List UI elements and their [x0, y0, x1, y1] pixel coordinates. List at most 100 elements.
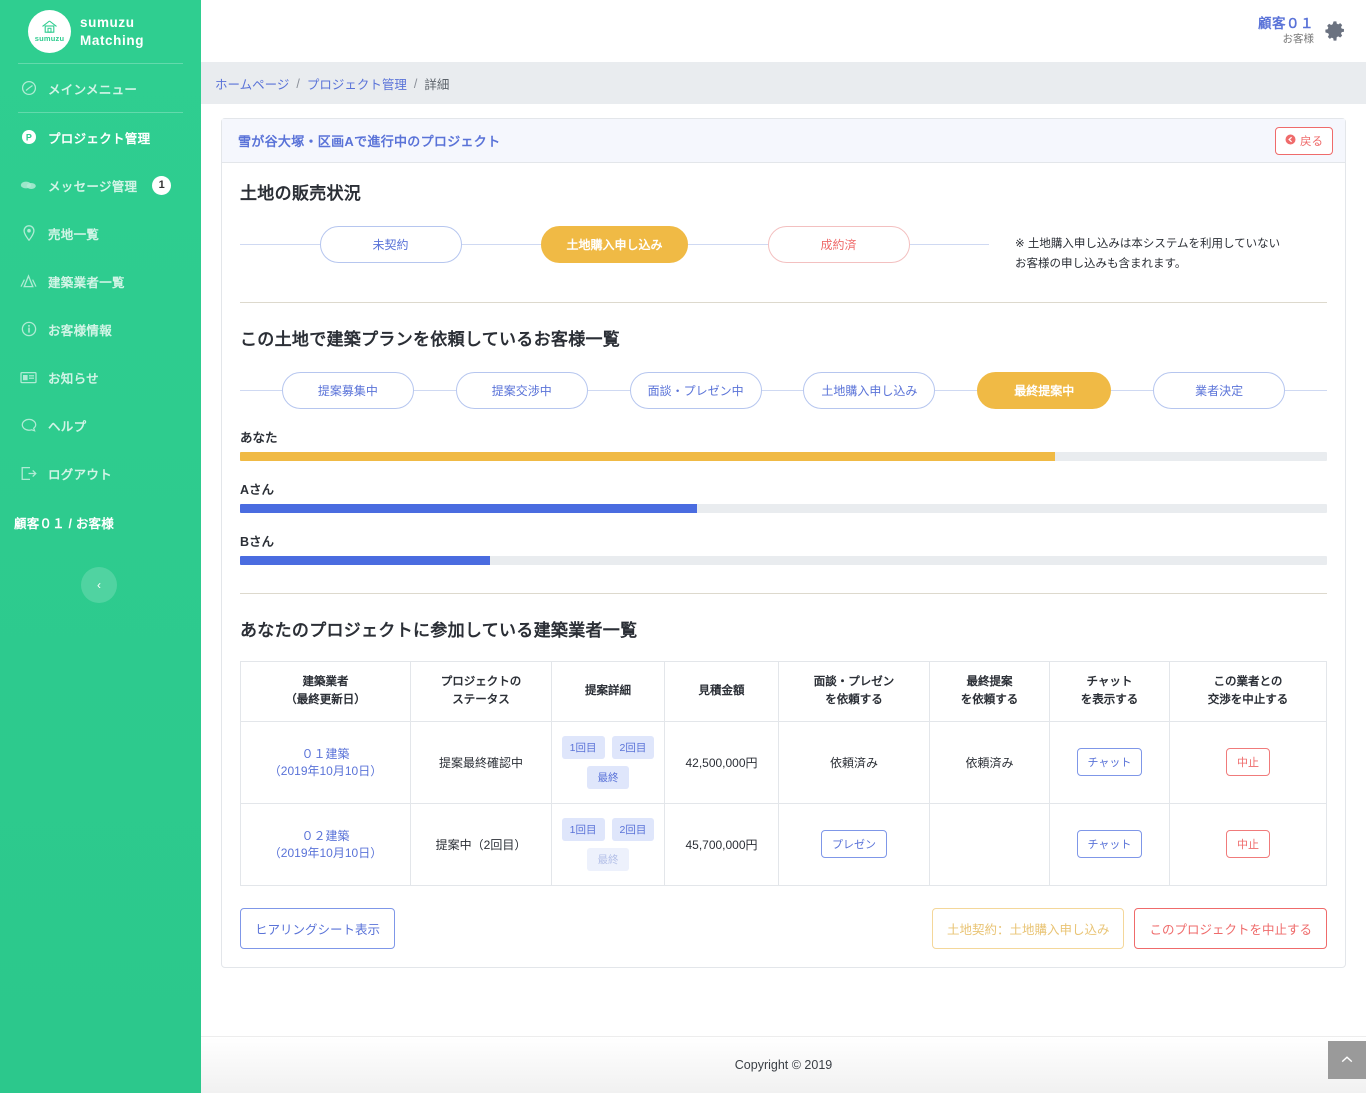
cell-builder: ０１建築 （2019年10月10日） [240, 720, 411, 804]
breadcrumb-home[interactable]: ホームページ [215, 74, 289, 93]
page-title: 雪が谷大塚・区画Aで進行中のプロジェクト [238, 134, 501, 149]
th-line-1: この業者との [1213, 676, 1283, 689]
customer-step-2[interactable]: 提案交渉中 [455, 372, 588, 410]
progress-fill [240, 504, 697, 514]
th-cancel: この業者との 交渉を中止する [1169, 661, 1327, 722]
th-presentation: 面談・プレゼン を依頼する [778, 661, 930, 722]
sidebar-item-news[interactable]: お知らせ [0, 353, 201, 401]
proposal-badge-1[interactable]: 1回目 [561, 817, 605, 841]
sidebar-item-label: プロジェクト管理 [48, 131, 151, 146]
project-card: 雪が谷大塚・区画Aで進行中のプロジェクト 戻る 土地の販売状況 未契約 土地購入… [221, 118, 1346, 968]
sidebar-item-label: 売地一覧 [48, 227, 100, 242]
proposal-badge-2[interactable]: 2回目 [611, 735, 655, 759]
th-line-2: 交渉を中止する [1207, 693, 1289, 706]
table-header-row: 建築業者 （最終更新日） プロジェクトの ステータス 提案詳細 見積金額 面談・… [240, 661, 1327, 722]
breadcrumb-separator: / [413, 76, 418, 91]
note-line-2: お客様の申し込みも含まれます。 [1015, 258, 1187, 271]
customer-step-3[interactable]: 面談・プレゼン中 [629, 372, 762, 410]
th-line-1: 提案詳細 [585, 684, 631, 697]
land-step-3[interactable]: 成約済 [767, 226, 910, 263]
chat-button[interactable]: チャット [1076, 830, 1143, 859]
customer-stepper: 提案募集中 提案交渉中 面談・プレゼン中 土地購入申し込み 最終提案中 業者決定 [240, 372, 1328, 410]
gear-icon[interactable] [1324, 20, 1346, 42]
sidebar-collapse-button[interactable]: ‹ [81, 567, 117, 603]
th-estimate: 見積金額 [664, 661, 779, 722]
progress-item-b: Bさん [240, 531, 1327, 566]
land-step-2[interactable]: 土地購入申し込み [541, 226, 688, 263]
proposal-badge-final[interactable]: 最終 [587, 765, 629, 789]
table-head: 建築業者 （最終更新日） プロジェクトの ステータス 提案詳細 見積金額 面談・… [240, 661, 1327, 722]
sidebar-item-project-management[interactable]: P プロジェクト管理 [0, 113, 201, 161]
cell-final-proposal [929, 802, 1050, 886]
sumuzu-logo-icon: sumuzu [28, 10, 71, 53]
brand-logo-area[interactable]: sumuzu sumuzu Matching [0, 0, 201, 63]
cancel-negotiation-button[interactable]: 中止 [1226, 830, 1270, 859]
sidebar-item-builders-list[interactable]: 建築業者一覧 [0, 257, 201, 305]
progress-item-you: あなた [240, 427, 1327, 462]
builder-name-link[interactable]: ０１建築 [247, 745, 404, 762]
breadcrumb-project-management[interactable]: プロジェクト管理 [307, 74, 407, 93]
sidebar-item-label: 建築業者一覧 [48, 275, 125, 290]
divider [240, 302, 1327, 304]
hearing-sheet-button[interactable]: ヒアリングシート表示 [240, 907, 396, 949]
customer-step-1[interactable]: 提案募集中 [281, 372, 414, 410]
action-bar: ヒアリングシート表示 土地契約：土地購入申し込み このプロジェクトを中止する [240, 907, 1327, 953]
cell-presentation: 依頼済み [778, 720, 930, 804]
progress-track [240, 452, 1327, 462]
land-contract-button[interactable]: 土地契約：土地購入申し込み [931, 907, 1125, 949]
sidebar-item-label: お知らせ [48, 371, 99, 386]
land-status-note: ※ 土地購入申し込みは本システムを利用していない お客様の申し込みも含まれます。 [1015, 204, 1327, 274]
project-icon: P [20, 129, 37, 146]
customer-step-6[interactable]: 業者決定 [1153, 372, 1286, 410]
customer-step-5[interactable]: 最終提案中 [977, 372, 1112, 410]
chat-button[interactable]: チャット [1076, 748, 1143, 777]
sidebar-item-label: お客様情報 [48, 323, 113, 338]
builder-date: （2019年10月10日） [268, 846, 383, 861]
message-icon [20, 177, 37, 194]
land-status-heading: 土地の販売状況 [240, 184, 362, 203]
sidebar-item-logout[interactable]: ログアウト [0, 449, 201, 497]
top-header: 顧客０１ お客様 [201, 0, 1366, 63]
scroll-to-top-button[interactable] [1328, 1041, 1366, 1079]
app-root: sumuzu sumuzu Matching メインメニュー P プロジェクト管… [0, 0, 1366, 1093]
progress-label: Bさん [240, 535, 275, 550]
th-line-1: 最終提案 [966, 676, 1013, 689]
customer-step-4[interactable]: 土地購入申し込み [803, 372, 936, 410]
sidebar-item-customer-info[interactable]: お客様情報 [0, 305, 201, 353]
th-chat: チャット を表示する [1049, 661, 1170, 722]
table-body: ０１建築 （2019年10月10日） 提案最終確認中 1回目 2回目 最終 42… [240, 720, 1327, 886]
land-step-1[interactable]: 未契約 [319, 226, 462, 263]
proposal-badge-2[interactable]: 2回目 [611, 817, 655, 841]
builder-name-link[interactable]: ０２建築 [247, 827, 404, 844]
sidebar-item-main-menu[interactable]: メインメニュー [0, 64, 201, 112]
cancel-project-button[interactable]: このプロジェクトを中止する [1134, 907, 1327, 949]
action-bar-right: 土地契約：土地購入申し込み このプロジェクトを中止する [931, 907, 1327, 949]
back-button[interactable]: 戻る [1275, 126, 1333, 155]
header-user[interactable]: 顧客０１ お客様 [1258, 16, 1314, 46]
info-icon [20, 321, 37, 338]
sidebar-item-message-management[interactable]: メッセージ管理 1 [0, 161, 201, 209]
th-line-1: チャット [1086, 676, 1133, 689]
step-connector [1111, 390, 1154, 392]
builders-table: 建築業者 （最終更新日） プロジェクトの ステータス 提案詳細 見積金額 面談・… [240, 661, 1327, 886]
th-proposal-detail: 提案詳細 [551, 661, 665, 722]
cell-status: 提案最終確認中 [410, 720, 552, 804]
content-wrapper: 雪が谷大塚・区画Aで進行中のプロジェクト 戻る 土地の販売状況 未契約 土地購入… [201, 104, 1366, 1036]
th-line-1: プロジェクトの [440, 676, 522, 689]
cell-chat: チャット [1049, 720, 1170, 804]
sidebar-item-help[interactable]: ヘルプ [0, 401, 201, 449]
sidebar-item-land-list[interactable]: 売地一覧 [0, 209, 201, 257]
cell-builder: ０２建築 （2019年10月10日） [240, 802, 411, 886]
card-body: 土地の販売状況 未契約 土地購入申し込み 成約済 ※ 土地購入申し込みは本システ… [222, 163, 1345, 967]
back-circle-arrow-icon [1285, 134, 1296, 148]
table-row: ０２建築 （2019年10月10日） 提案中（2回目） 1回目 2回目 最終 4… [240, 802, 1327, 886]
cell-estimate: 45,700,000円 [664, 802, 779, 886]
presentation-request-button[interactable]: プレゼン [821, 830, 887, 859]
cancel-negotiation-button[interactable]: 中止 [1226, 748, 1270, 777]
map-pin-icon [20, 225, 37, 242]
land-status-stepper-col: 未契約 土地購入申し込み 成約済 [240, 204, 989, 263]
footer: Copyright © 2019 [201, 1036, 1366, 1093]
cell-estimate: 42,500,000円 [664, 720, 779, 804]
proposal-badge-1[interactable]: 1回目 [561, 735, 605, 759]
builders-table-heading: あなたのプロジェクトに参加している建築業者一覧 [240, 621, 638, 641]
